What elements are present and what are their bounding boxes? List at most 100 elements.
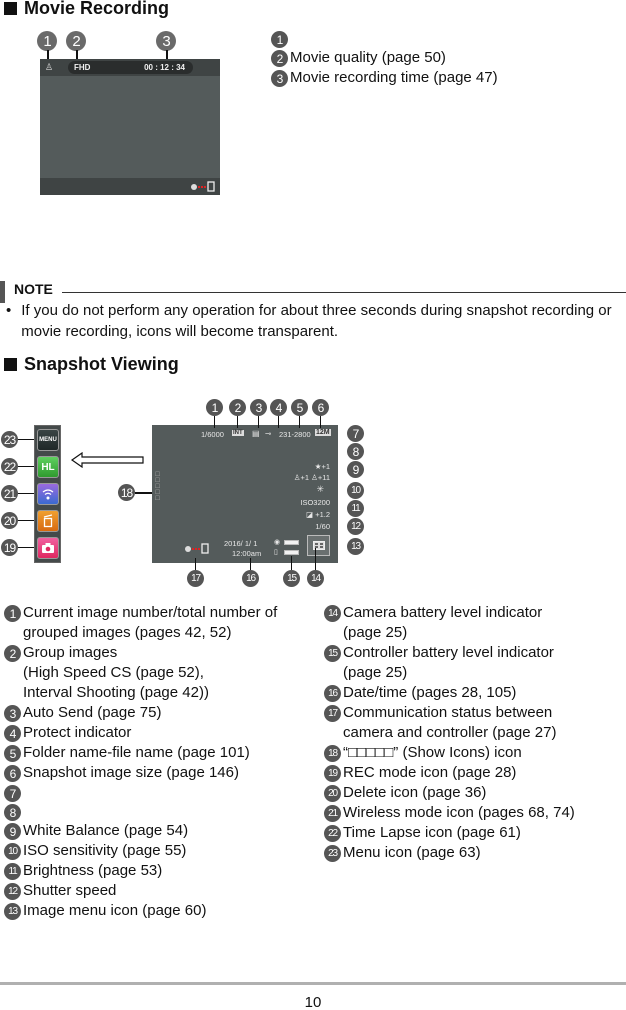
legend-number: 23 (324, 845, 341, 862)
date: 2016/ 1/ 1 (224, 539, 258, 548)
legend-text: Movie quality (page 50) (290, 49, 446, 66)
legend-number: 22 (324, 825, 341, 842)
callout-7: 7 (347, 425, 364, 442)
rec-mode-icon: ♙ (45, 62, 54, 72)
legend-item: 12 Shutter speed (4, 881, 277, 901)
legend-number: 18 (324, 745, 341, 762)
wireless-icon (42, 489, 54, 500)
movie-top-bar: ♙ FHD 00 : 12 : 34 (40, 59, 220, 76)
iso-value: ISO3200 (300, 498, 330, 507)
page-number: 10 (304, 994, 322, 1010)
legend-text: Protect indicator (23, 724, 132, 741)
note-bullet: • (6, 302, 12, 319)
group-images-icon: INT (232, 430, 244, 436)
callout-21: 21 (1, 485, 18, 502)
callout-16: 16 (242, 570, 259, 587)
legend-text: Auto Send (page 75) (23, 704, 162, 721)
section-title: Movie Recording (24, 0, 170, 18)
legend-text: REC mode icon (page 28) (343, 764, 517, 781)
callout-line (214, 416, 215, 428)
movie-quality: FHD (74, 63, 91, 72)
callout-line (237, 416, 238, 428)
legend-number: 21 (324, 805, 341, 822)
legend-item: 16 Date/time (pages 28, 105) (324, 683, 575, 703)
movie-recording-time: 00 : 12 : 34 (144, 63, 185, 72)
image-menu-button[interactable] (307, 535, 330, 556)
face-count: ♙+1 ♙+11 (293, 473, 330, 482)
legend-text: Delete icon (page 36) (343, 784, 487, 801)
callout-line (291, 556, 292, 570)
legend-item: 18 “□□□□□” (Show Icons) icon (324, 743, 575, 763)
legend-item: 3 Movie recording time (page 47) (271, 68, 498, 88)
camera-battery-bar (284, 540, 299, 545)
legend-text: Communication status between camera and … (343, 704, 557, 741)
snapshot-legend-left: 1 Current image number/total number of gr… (4, 603, 277, 921)
legend-item: 15 Controller battery level indicator (pa… (324, 643, 575, 683)
legend-item: 10 ISO sensitivity (page 55) (4, 841, 277, 861)
legend-number: 16 (324, 685, 341, 702)
legend-number: 20 (324, 785, 341, 802)
legend-number: 3 (271, 70, 288, 87)
menu-button[interactable]: MENU (37, 429, 59, 451)
callout-2: 2 (229, 399, 246, 416)
callout-20: 20 (1, 512, 18, 529)
callout-17: 17 (187, 570, 204, 587)
callout-15: 15 (283, 570, 300, 587)
communication-status-icon (191, 181, 215, 192)
folder-file-name: 231-2800 (279, 430, 311, 439)
legend-number: 10 (4, 843, 21, 860)
legend-item: 4 Protect indicator (4, 723, 277, 743)
legend-item: 2 Movie quality (page 50) (271, 48, 498, 68)
legend-item: 8 (4, 802, 277, 821)
callout-line (250, 558, 251, 570)
show-icons-button[interactable]: □□□□□ (154, 471, 161, 501)
legend-text: Controller battery level indicator (page… (343, 644, 554, 681)
brightness-value: ◪ +1.2 (306, 510, 330, 519)
section-title: Snapshot Viewing (24, 354, 179, 374)
legend-number: 2 (271, 50, 288, 67)
callout-line (258, 416, 259, 428)
controller-battery-bar (284, 550, 299, 555)
legend-item: 6 Snapshot image size (page 146) (4, 763, 277, 783)
legend-text: Image menu icon (page 60) (23, 902, 207, 919)
section-heading-movie-recording: Movie Recording (4, 0, 169, 19)
callout-5: 5 (291, 399, 308, 416)
legend-item: 3 Auto Send (page 75) (4, 703, 277, 723)
legend-item: 1 (271, 29, 498, 48)
time-lapse-label: HL (41, 461, 55, 473)
note-body: • If you do not perform any operation fo… (6, 300, 616, 342)
time-lapse-button[interactable]: HL (37, 456, 59, 478)
legend-text: Movie recording time (page 47) (290, 69, 498, 86)
movie-recording-screen: ♙ FHD 00 : 12 : 34 (40, 59, 220, 195)
note-bar (0, 281, 5, 303)
legend-number: 9 (4, 823, 21, 840)
legend-number: 17 (324, 705, 341, 722)
callout-18: 18 (118, 484, 135, 501)
shutter-speed: 1/60 (315, 522, 330, 531)
callout-12: 12 (347, 518, 364, 535)
callout-13: 13 (347, 538, 364, 555)
callout-line (278, 416, 279, 428)
legend-number: 5 (4, 745, 21, 762)
callout-1: 1 (37, 31, 57, 51)
movie-bottom-bar (40, 178, 220, 195)
delete-button[interactable] (37, 510, 59, 532)
legend-number: 15 (324, 645, 341, 662)
wireless-button[interactable] (37, 483, 59, 505)
legend-item: 2 Group images (High Speed CS (page 52), … (4, 643, 277, 703)
heading-square-icon (4, 358, 17, 371)
legend-item: 9 White Balance (page 54) (4, 821, 277, 841)
legend-item: 19 REC mode icon (page 28) (324, 763, 575, 783)
camera-icon (42, 543, 54, 553)
legend-item: 5 Folder name-file name (page 101) (4, 743, 277, 763)
image-size: 12M (315, 429, 331, 436)
legend-text: Folder name-file name (page 101) (23, 744, 250, 761)
legend-text: Time Lapse icon (page 61) (343, 824, 521, 841)
legend-text: ISO sensitivity (page 55) (23, 842, 187, 859)
white-balance-icon: ✳ (316, 484, 324, 494)
brightness-icon: ◪ (306, 510, 316, 519)
rec-mode-button[interactable] (37, 537, 59, 559)
movie-info-pill: FHD 00 : 12 : 34 (68, 61, 193, 74)
legend-text: Wireless mode icon (pages 68, 74) (343, 804, 575, 821)
legend-item: 1 Current image number/total number of gr… (4, 603, 277, 643)
